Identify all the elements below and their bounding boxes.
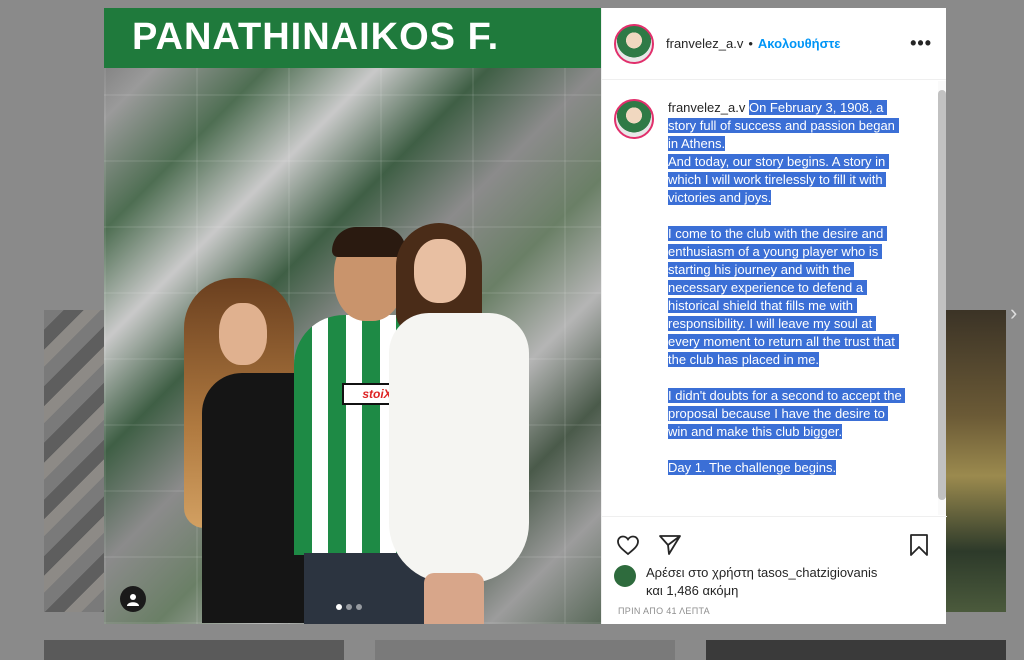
woman-face [219,303,267,365]
caption-area: franvelez_a.v On February 3, 1908, a sto… [602,81,947,515]
heart-icon[interactable] [614,531,642,559]
likes-summary: Αρέσει στο χρήστη tasos_chatzigiovanis κ… [614,564,877,600]
carousel-dot [336,604,342,610]
caption-text: franvelez_a.v On February 3, 1908, a sto… [668,99,906,515]
girl-dress [389,313,529,583]
next-post-arrow-icon[interactable]: › [1010,300,1017,326]
liker-avatar[interactable] [614,565,636,587]
post-details-panel: franvelez_a.v • Ακολουθήστε ••• franvele… [601,8,947,624]
feed-thumbnail-left[interactable] [44,310,104,612]
carousel-indicator [336,604,362,610]
caption-paragraph: I come to the club with the desire and e… [668,226,899,367]
carousel-dot [356,604,362,610]
feed-thumbnail-right[interactable] [946,310,1006,612]
post-timestamp[interactable]: ΠΡΙΝ ΑΠΟ 41 ΛΕΠΤΑ [618,606,710,616]
caption-paragraph: On February 3, 1908, a story full of suc… [668,100,899,205]
avatar[interactable] [614,23,654,64]
caption-avatar[interactable] [614,99,654,139]
bookmark-icon[interactable] [905,531,933,559]
more-dots-icon[interactable]: ••• [910,33,932,54]
feed-thumbnail-bottom-1[interactable] [44,640,344,660]
post-modal: PANATHINAIKOS F. stoiX franvelez_a.v • Α… [104,8,947,624]
carousel-dot [346,604,352,610]
photo-banner: PANATHINAIKOS F. [104,8,601,68]
feed-thumbnail-bottom-3[interactable] [706,640,1006,660]
photo-people: stoiX [174,223,554,624]
post-photo[interactable]: PANATHINAIKOS F. stoiX [104,8,601,624]
man-hair [332,227,406,257]
caption-paragraph: I didn't doubts for a second to accept t… [668,388,906,439]
girl-legs [424,573,484,624]
feed-thumbnail-bottom-2[interactable] [375,640,675,660]
follow-button[interactable]: Ακολουθήστε [758,36,841,51]
caption-username[interactable]: franvelez_a.v [668,100,745,115]
header-separator: • [748,36,753,51]
girl-face [414,239,466,303]
caption-paragraph: Day 1. The challenge begins. [668,460,837,475]
likes-text[interactable]: Αρέσει στο χρήστη tasos_chatzigiovanis κ… [646,564,877,600]
likes-line-1: Αρέσει στο χρήστη tasos_chatzigiovanis [646,565,878,580]
send-icon[interactable] [656,531,684,559]
post-header: franvelez_a.v • Ακολουθήστε ••• [602,8,946,80]
user-tag-icon[interactable] [120,586,146,612]
caption-scrollbar-thumb[interactable] [938,90,946,500]
likes-line-2: και 1,486 ακόμη [646,583,739,598]
header-username[interactable]: franvelez_a.v [666,36,743,51]
action-bar [602,516,947,559]
